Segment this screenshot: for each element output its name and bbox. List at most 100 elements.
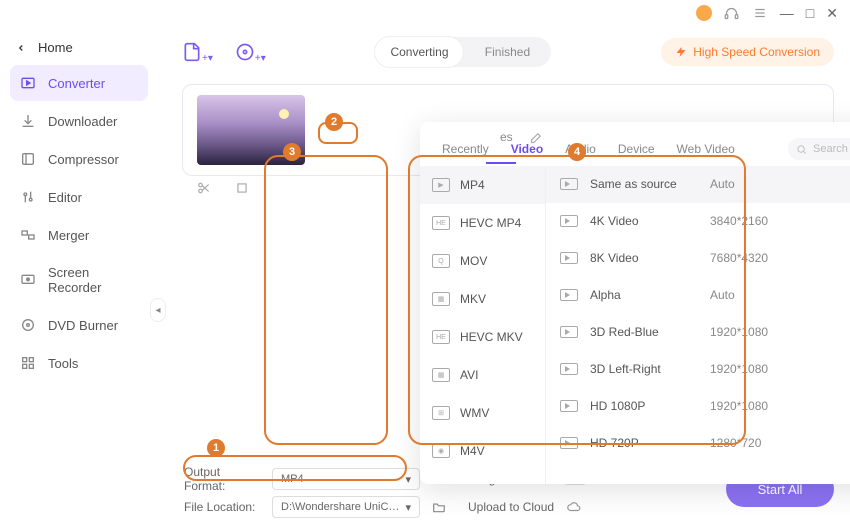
tab-device[interactable]: Device [614,140,659,158]
callout-2: 2 [325,113,343,131]
output-format-select[interactable]: MP4▾ [272,468,420,490]
format-popover: es Recently Video Audio Device Web Video… [420,122,850,484]
file-location-select[interactable]: D:\Wondershare UniConverter 1▾ [272,496,420,518]
video-icon [560,363,578,375]
editor-icon [20,189,36,205]
cloud-icon[interactable] [566,500,582,514]
resolution-item[interactable]: 3D Left-Right1920*1080 [546,351,850,388]
nav-label: Editor [48,190,82,205]
format-icon: ▦ [432,292,450,306]
tab-video[interactable]: Video [507,140,547,158]
resolution-item[interactable]: 3D Red-Blue1920*1080 [546,314,850,351]
resolution-list: Same as sourceAuto 4K Video3840*2160 8K … [546,166,850,484]
nav-label: Merger [48,228,89,243]
segment-finished[interactable]: Finished [463,37,551,67]
compressor-icon [20,151,36,167]
format-item-mkv[interactable]: ▦MKV [420,280,545,318]
chevron-down-icon: ▾ [405,473,411,486]
upload-label: Upload to Cloud [468,500,554,514]
video-icon [560,326,578,338]
menu-icon[interactable] [752,5,768,21]
chevron-down-icon: ▾ [405,501,411,514]
callout-4: 4 [568,143,586,161]
segment-converting[interactable]: Converting [375,37,463,67]
sidebar-item-editor[interactable]: Editor [10,179,148,215]
add-dvd-button[interactable]: +▾ [235,42,266,62]
sidebar-item-compressor[interactable]: Compressor [10,141,148,177]
format-item-hevc-mp4[interactable]: HEHEVC MP4 [420,204,545,242]
topbar: +▾ +▾ Converting Finished High Speed Con… [182,32,834,72]
format-icon: HE [432,216,450,230]
video-icon [560,289,578,301]
format-icon: Q [432,254,450,268]
avatar[interactable] [696,5,712,21]
back-label: Home [38,40,73,55]
sidebar-item-tools[interactable]: Tools [10,345,148,381]
tab-recently[interactable]: Recently [438,140,493,158]
titlebar: — □ ✕ [0,0,850,26]
resolution-item[interactable]: Same as sourceAuto [546,166,850,203]
window-maximize[interactable]: □ [806,5,814,21]
sidebar-item-screen-recorder[interactable]: Screen Recorder [10,255,148,305]
sidebar-item-downloader[interactable]: Downloader [10,103,148,139]
sidebar-item-converter[interactable]: Converter [10,65,148,101]
trim-icon[interactable] [197,181,211,195]
callout-1: 1 [207,439,225,457]
merger-icon [20,227,36,243]
format-item-avi[interactable]: ▦AVI [420,356,545,394]
resolution-item[interactable]: HD 1080P1920*1080 [546,388,850,425]
sidebar: Home Converter Downloader Compressor Edi… [0,26,158,529]
format-item-mp4[interactable]: ▶MP4 [420,166,545,204]
crop-icon[interactable] [235,181,249,195]
format-item-hevc-mkv[interactable]: HEHEVC MKV [420,318,545,356]
dvd-icon [20,317,36,333]
window-minimize[interactable]: — [780,5,794,21]
format-item-mov[interactable]: QMOV [420,242,545,280]
window-close[interactable]: ✕ [826,5,838,22]
format-item-wmv[interactable]: ⊞WMV [420,394,545,432]
format-icon: ◉ [432,444,450,458]
format-search[interactable]: Search [788,138,850,160]
segmented-control: Converting Finished [375,37,551,67]
format-icon: ⊞ [432,406,450,420]
folder-icon[interactable] [432,500,446,514]
sidebar-item-merger[interactable]: Merger [10,217,148,253]
nav-list: Converter Downloader Compressor Editor M… [10,65,148,381]
search-placeholder: Search [813,143,848,155]
nav-label: Downloader [48,114,117,129]
sidebar-item-dvd-burner[interactable]: DVD Burner [10,307,148,343]
recorder-icon [20,272,36,288]
resolution-item[interactable]: HD 720P1280*720 [546,425,850,462]
format-tabs: Recently Video Audio Device Web Video [420,122,850,158]
video-icon [560,400,578,412]
nav-label: Screen Recorder [48,265,138,295]
format-list: ▶MP4 HEHEVC MP4 QMOV ▦MKV HEHEVC MKV ▦AV… [420,166,546,484]
tools-icon [20,355,36,371]
video-icon [560,178,578,190]
video-icon [560,252,578,264]
tab-web-video[interactable]: Web Video [673,140,739,158]
resolution-item[interactable]: 4K Video3840*2160 [546,203,850,240]
high-speed-badge[interactable]: High Speed Conversion [661,38,834,66]
add-file-button[interactable]: +▾ [182,42,213,62]
nav-label: Converter [48,76,105,91]
download-icon [20,113,36,129]
resolution-item[interactable]: AlphaAuto [546,277,850,314]
nav-label: Compressor [48,152,119,167]
resolution-item[interactable]: 8K Video7680*4320 [546,240,850,277]
nav-label: Tools [48,356,78,371]
callout-3: 3 [283,143,301,161]
format-icon: ▶ [432,178,450,192]
speed-label: High Speed Conversion [693,45,820,59]
output-format-label: Output Format: [184,465,260,493]
video-icon [560,215,578,227]
nav-label: DVD Burner [48,318,118,333]
file-location-label: File Location: [184,500,260,514]
video-icon [560,437,578,449]
back-home[interactable]: Home [10,36,148,65]
headset-icon[interactable] [724,5,740,21]
content-area: +▾ +▾ Converting Finished High Speed Con… [158,26,850,529]
converter-icon [20,75,36,91]
format-icon: ▦ [432,368,450,382]
format-item-m4v[interactable]: ◉M4V [420,432,545,470]
